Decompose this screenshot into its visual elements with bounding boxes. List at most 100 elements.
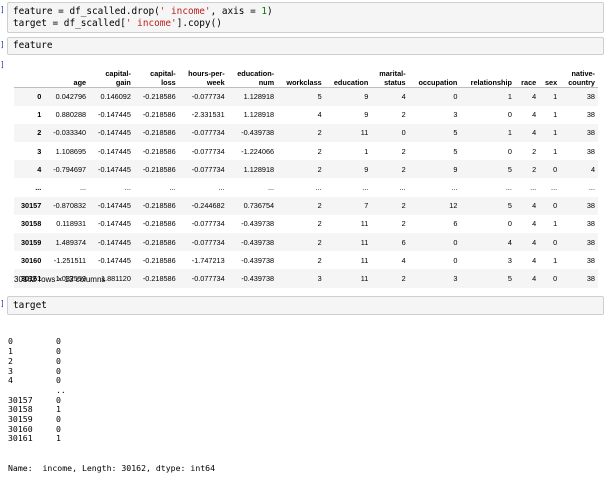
series-row: 30158 1 — [8, 405, 215, 415]
table-row: 4 -0.794697 -0.147445 -0.218586 -0.077734 1.1… — [14, 160, 598, 179]
table-cell: 2 — [532, 164, 537, 174]
column-header: occupation — [408, 62, 461, 88]
table-cell: 38 — [586, 237, 595, 247]
table-cell: 0 — [553, 201, 558, 211]
table-cell: 5 — [507, 201, 512, 211]
table-row: 30160 -1.251511 -0.147445 -0.218586 -1.74721… — [14, 251, 598, 269]
dataframe-header: age capital-gain capital-loss hours-per-wee… — [14, 62, 598, 88]
table-cell: ... — [588, 183, 595, 193]
table-cell: 1.489374 — [55, 237, 87, 247]
column-header: education — [324, 62, 372, 88]
table-cell: -0.218586 — [142, 201, 176, 211]
table-cell: 4 — [590, 164, 595, 174]
code-line: target — [13, 300, 47, 311]
row-index: 0 — [37, 92, 42, 102]
table-cell: 38 — [586, 273, 595, 283]
table-cell: -0.147445 — [98, 128, 131, 138]
table-row: 1 0.880288 -0.147445 -0.218586 -2.331531 1.12… — [14, 106, 598, 124]
table-cell: -0.439738 — [241, 255, 275, 265]
table-cell: -0.077734 — [191, 146, 225, 156]
table-cell: -0.147445 — [98, 201, 131, 211]
table-cell: ... — [505, 183, 512, 193]
series-row: .. — [8, 385, 215, 396]
row-index: ... — [35, 183, 42, 193]
table-cell: 2 — [401, 273, 406, 283]
table-cell: 38 — [586, 128, 595, 138]
series-index: 30161 — [8, 433, 33, 444]
table-cell: 2 — [401, 201, 406, 211]
table-cell: ... — [530, 183, 537, 193]
table-cell: 2 — [401, 110, 406, 120]
table-cell: 38 — [586, 110, 595, 120]
table-cell: 6 — [401, 237, 406, 247]
code-line-1: feature = df_scalled.drop(' income', axi… — [13, 6, 273, 17]
table-cell: -0.147445 — [98, 164, 131, 174]
table-cell: 5 — [317, 92, 322, 102]
table-cell: -0.218586 — [142, 164, 176, 174]
table-cell: -0.077734 — [191, 128, 225, 138]
column-header: capital-gain — [89, 62, 134, 88]
table-cell: 2 — [401, 219, 406, 229]
table-cell: ... — [315, 183, 322, 193]
table-cell: 0.880288 — [55, 110, 87, 120]
table-cell: ... — [169, 183, 176, 193]
series-row: 30157 0 — [8, 395, 215, 406]
table-cell: -0.218586 — [142, 110, 176, 120]
table-cell: 12 — [449, 201, 458, 211]
row-index: 30159 — [21, 237, 42, 247]
table-cell: 38 — [586, 255, 595, 265]
table-cell: 5 — [507, 273, 512, 283]
prompt-marker: ] — [0, 299, 5, 308]
table-cell: 4 — [532, 273, 537, 283]
series-row: 30160 0 — [8, 424, 215, 435]
code-line: feature — [13, 40, 53, 51]
table-cell: 11 — [360, 219, 369, 229]
series-footer: Name: income, Length: 30162, dtype: int6… — [8, 462, 216, 473]
code-cell-1[interactable]: feature = df_scalled.drop(' income', axi… — [7, 2, 604, 33]
table-cell: ... — [80, 183, 87, 193]
table-row: 2 -0.033340 -0.147445 -0.218586 -0.077734 -0.… — [14, 123, 598, 143]
table-cell: 38 — [586, 219, 595, 229]
column-header: hours-per-week — [178, 62, 228, 88]
table-row: 3 1.108695 -0.147445 -0.218586 -0.077734 -1.2… — [14, 142, 598, 160]
series-output: 0 0 1 0 2 0 3 0 4 0.. 30157 0 30158 1 30159 0 30160 0 3016… — [8, 318, 215, 483]
table-cell: 4 — [532, 237, 537, 247]
table-cell: 2 — [317, 146, 322, 156]
table-cell: 4 — [317, 110, 322, 120]
table-cell: -0.218586 — [142, 92, 176, 102]
prompt-marker: ] — [0, 5, 5, 14]
series-row: 10 — [8, 346, 215, 357]
code-cell-3[interactable]: target — [7, 296, 604, 315]
column-header: age — [44, 62, 90, 88]
table-cell: -0.218586 — [142, 128, 176, 138]
table-cell: 11 — [360, 128, 369, 138]
table-cell: 1 — [553, 146, 558, 156]
table-cell: 0 — [553, 273, 558, 283]
table-cell: 0.118931 — [56, 219, 87, 229]
table-cell: 38 — [586, 201, 595, 211]
table-cell: -0.147445 — [98, 146, 131, 156]
table-cell: 1 — [364, 146, 369, 156]
table-cell: 2 — [317, 237, 322, 247]
code-cell-2[interactable]: feature — [7, 37, 604, 55]
table-cell: 0 — [553, 164, 558, 174]
table-cell: 11 — [360, 237, 369, 247]
series-row: 30159 0 — [8, 414, 215, 425]
table-cell: 2 — [532, 146, 537, 156]
table-cell: -0.218586 — [142, 237, 176, 247]
table-cell: 0 — [507, 219, 512, 229]
series-row: 20 — [8, 356, 215, 367]
table-cell: 2 — [317, 219, 322, 229]
table-cell: 2 — [317, 128, 322, 138]
series-row: 30 — [8, 366, 215, 377]
table-row: 30157 -0.870832 -0.147445 -0.218586 -0.24468… — [14, 196, 598, 215]
table-cell: 11 — [360, 273, 369, 283]
table-cell: 5 — [507, 164, 512, 174]
table-cell: 2 — [317, 255, 322, 265]
table-cell: 4 — [532, 201, 537, 211]
table-cell: 6 — [453, 219, 458, 229]
row-index: 1 — [37, 110, 42, 120]
table-cell: -0.439738 — [241, 128, 275, 138]
index-header — [14, 62, 45, 88]
table-cell: 1 — [553, 110, 558, 120]
